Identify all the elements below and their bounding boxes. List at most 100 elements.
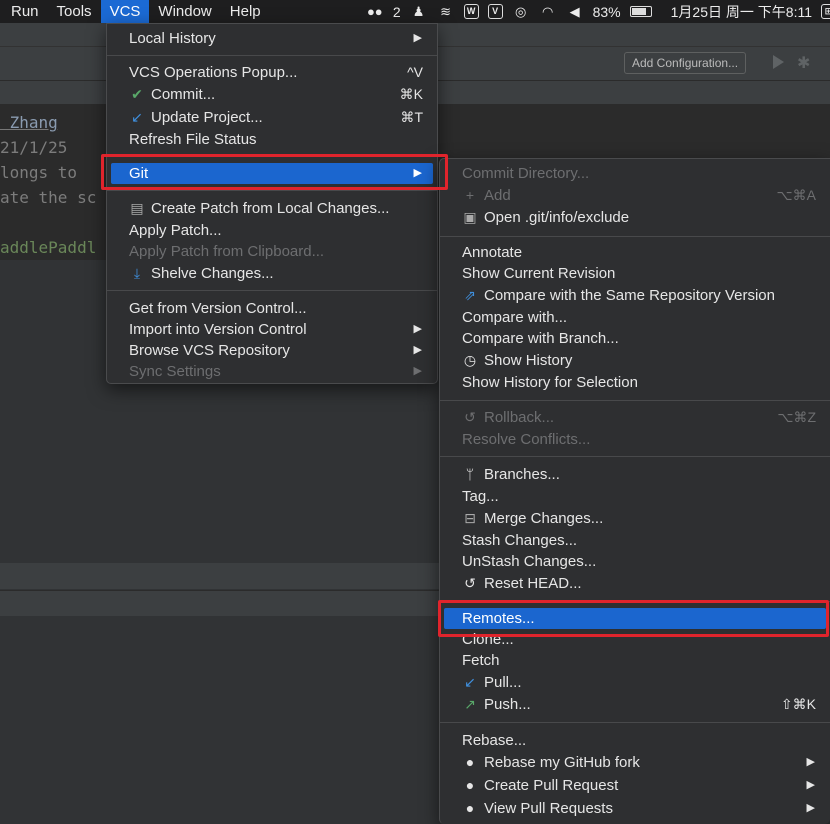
menu-item-get-from-vc[interactable]: Get from Version Control... bbox=[111, 298, 433, 319]
menu-item-commit[interactable]: ✔ Commit... ⌘K bbox=[111, 84, 433, 105]
separator bbox=[440, 722, 830, 723]
wechat-icon[interactable]: ●● bbox=[366, 4, 384, 19]
menu-item-branches[interactable]: ᛘ Branches... bbox=[444, 464, 826, 485]
push-arrow-icon: ↗ bbox=[464, 696, 476, 712]
add-configuration-button[interactable]: Add Configuration... bbox=[624, 52, 747, 74]
run-icon[interactable] bbox=[773, 55, 784, 69]
menu-item-label: Show History bbox=[484, 352, 573, 369]
submenu-arrow-icon: ▶ bbox=[413, 323, 422, 335]
plus-icon: + bbox=[465, 187, 475, 203]
menu-item-label: Commit... bbox=[151, 86, 216, 103]
clock-icon: ◷ bbox=[463, 352, 477, 368]
menu-item-label: Rebase my GitHub fork bbox=[484, 754, 640, 771]
shortcut: ^V bbox=[407, 64, 423, 80]
sync-icon[interactable]: ◎ bbox=[512, 4, 530, 19]
menu-item-merge-changes[interactable]: ⊟ Merge Changes... bbox=[444, 508, 826, 529]
menu-item-label: UnStash Changes... bbox=[462, 553, 597, 570]
menu-item-label: View Pull Requests bbox=[484, 800, 613, 817]
menu-item-rebase[interactable]: Rebase... bbox=[444, 730, 826, 751]
menu-item-compare-with-branch[interactable]: Compare with Branch... bbox=[444, 328, 826, 349]
status-area: ●● 2 ♟ ≋ W V ◎ ◠ ◀ 83% 1月25日 周一 下午8:11 ⊞ bbox=[366, 0, 830, 23]
separator bbox=[440, 456, 830, 457]
branch-icon: ᛘ bbox=[465, 466, 475, 482]
menu-item-apply-patch-clipboard[interactable]: Apply Patch from Clipboard... bbox=[111, 241, 433, 262]
menu-item-compare-same-repo[interactable]: ⇗ Compare with the Same Repository Versio… bbox=[444, 285, 826, 306]
app-status-icon[interactable]: ⊞ bbox=[821, 4, 830, 19]
menu-item-rebase-github-fork[interactable]: ● Rebase my GitHub fork ▶ bbox=[444, 752, 826, 773]
menu-item-label: Open .git/info/exclude bbox=[484, 209, 630, 226]
menu-item-fetch[interactable]: Fetch bbox=[444, 650, 826, 671]
word-app-icon[interactable]: W bbox=[463, 4, 479, 19]
menu-item-label: Fetch bbox=[462, 652, 500, 669]
menu-item-show-current-revision[interactable]: Show Current Revision bbox=[444, 263, 826, 284]
menu-item-apply-patch[interactable]: Apply Patch... bbox=[111, 220, 433, 241]
input-method-icon[interactable]: ≋ bbox=[437, 4, 455, 19]
menu-help[interactable]: Help bbox=[221, 0, 270, 23]
menu-item-label: Tag... bbox=[462, 488, 499, 505]
menu-item-push[interactable]: ↗ Push... ⇧⌘K bbox=[444, 694, 826, 715]
menu-item-create-patch[interactable]: ▤ Create Patch from Local Changes... bbox=[111, 198, 433, 219]
vpn-icon[interactable]: V bbox=[487, 4, 503, 19]
menu-item-open-exclude[interactable]: ▣ Open .git/info/exclude bbox=[444, 207, 826, 228]
menu-item-view-pull-requests[interactable]: ● View Pull Requests ▶ bbox=[444, 798, 826, 819]
menu-vcs[interactable]: VCS bbox=[100, 0, 150, 23]
submenu-arrow-icon: ▶ bbox=[806, 756, 815, 768]
menu-item-local-history[interactable]: Local History ▶ bbox=[111, 28, 433, 49]
menu-item-sync-settings[interactable]: Sync Settings ▶ bbox=[111, 361, 433, 382]
menu-item-label: VCS Operations Popup... bbox=[129, 64, 298, 81]
menu-item-commit-directory[interactable]: Commit Directory... bbox=[444, 163, 826, 184]
menu-item-annotate[interactable]: Annotate bbox=[444, 242, 826, 263]
menu-item-label: Local History bbox=[129, 30, 216, 47]
menu-item-update-project[interactable]: ↙ Update Project... ⌘T bbox=[111, 107, 433, 128]
menu-item-browse-vcs-repo[interactable]: Browse VCS Repository ▶ bbox=[111, 340, 433, 361]
menu-item-label: Reset HEAD... bbox=[484, 575, 582, 592]
submenu-arrow-icon: ▶ bbox=[806, 802, 815, 814]
wifi-icon[interactable]: ◠ bbox=[539, 4, 557, 19]
menu-item-label: Show Current Revision bbox=[462, 265, 616, 282]
menu-item-pull[interactable]: ↙ Pull... bbox=[444, 672, 826, 693]
clock[interactable]: 1月25日 周一 下午8:11 bbox=[671, 2, 812, 22]
checkmark-icon: ✔ bbox=[131, 86, 143, 102]
menu-item-label: Merge Changes... bbox=[484, 510, 604, 527]
menu-item-label: Create Patch from Local Changes... bbox=[151, 200, 390, 217]
menu-item-vcs-operations-popup[interactable]: VCS Operations Popup... ^V bbox=[111, 62, 433, 83]
menu-item-label: Shelve Changes... bbox=[151, 265, 274, 282]
menu-item-label: Apply Patch from Clipboard... bbox=[129, 243, 325, 260]
menu-item-create-pull-request[interactable]: ● Create Pull Request ▶ bbox=[444, 775, 826, 796]
menu-item-shelve-changes[interactable]: ⤓ Shelve Changes... bbox=[111, 263, 433, 284]
menu-run[interactable]: Run bbox=[2, 0, 48, 23]
menu-item-label: Rebase... bbox=[462, 732, 527, 749]
menu-item-label: Compare with Branch... bbox=[462, 330, 619, 347]
volume-icon[interactable]: ◀ bbox=[566, 4, 584, 19]
menu-item-label: Annotate bbox=[462, 244, 523, 261]
github-icon: ● bbox=[465, 777, 475, 793]
menu-item-add[interactable]: + Add ⌥⌘A bbox=[444, 185, 826, 206]
menu-item-stash-changes[interactable]: Stash Changes... bbox=[444, 530, 826, 551]
menu-item-unstash-changes[interactable]: UnStash Changes... bbox=[444, 551, 826, 572]
highlight-box-git bbox=[101, 154, 448, 190]
file-lock-icon: ▣ bbox=[463, 209, 477, 225]
menu-item-label: Refresh File Status bbox=[129, 131, 257, 148]
qq-penguin-icon[interactable]: ♟ bbox=[410, 4, 428, 19]
menu-item-label: Create Pull Request bbox=[484, 777, 619, 794]
menu-item-label: Resolve Conflicts... bbox=[462, 431, 591, 448]
vcs-menu: Local History ▶ VCS Operations Popup... … bbox=[106, 23, 438, 384]
menu-item-show-history[interactable]: ◷ Show History bbox=[444, 350, 826, 371]
menu-item-reset-head[interactable]: ↺ Reset HEAD... bbox=[444, 573, 826, 594]
menu-item-refresh-file-status[interactable]: Refresh File Status bbox=[111, 129, 433, 150]
menu-item-import-into-vc[interactable]: Import into Version Control ▶ bbox=[111, 319, 433, 340]
battery-icon[interactable] bbox=[629, 6, 652, 17]
menu-tools[interactable]: Tools bbox=[48, 0, 101, 23]
menu-item-rollback[interactable]: ↺ Rollback... ⌥⌘Z bbox=[444, 407, 826, 428]
menu-window[interactable]: Window bbox=[149, 0, 220, 23]
reset-icon: ↺ bbox=[464, 575, 476, 591]
menu-item-show-history-selection[interactable]: Show History for Selection bbox=[444, 372, 826, 393]
debug-icon[interactable]: ✱ bbox=[797, 53, 810, 73]
menu-item-label: Commit Directory... bbox=[462, 165, 590, 182]
menu-item-label: Get from Version Control... bbox=[129, 300, 307, 317]
menu-item-compare-with[interactable]: Compare with... bbox=[444, 307, 826, 328]
menu-item-label: Update Project... bbox=[151, 109, 263, 126]
menu-item-tag[interactable]: Tag... bbox=[444, 486, 826, 507]
menu-item-resolve-conflicts[interactable]: Resolve Conflicts... bbox=[444, 429, 826, 450]
menu-item-label: Import into Version Control bbox=[129, 321, 307, 338]
